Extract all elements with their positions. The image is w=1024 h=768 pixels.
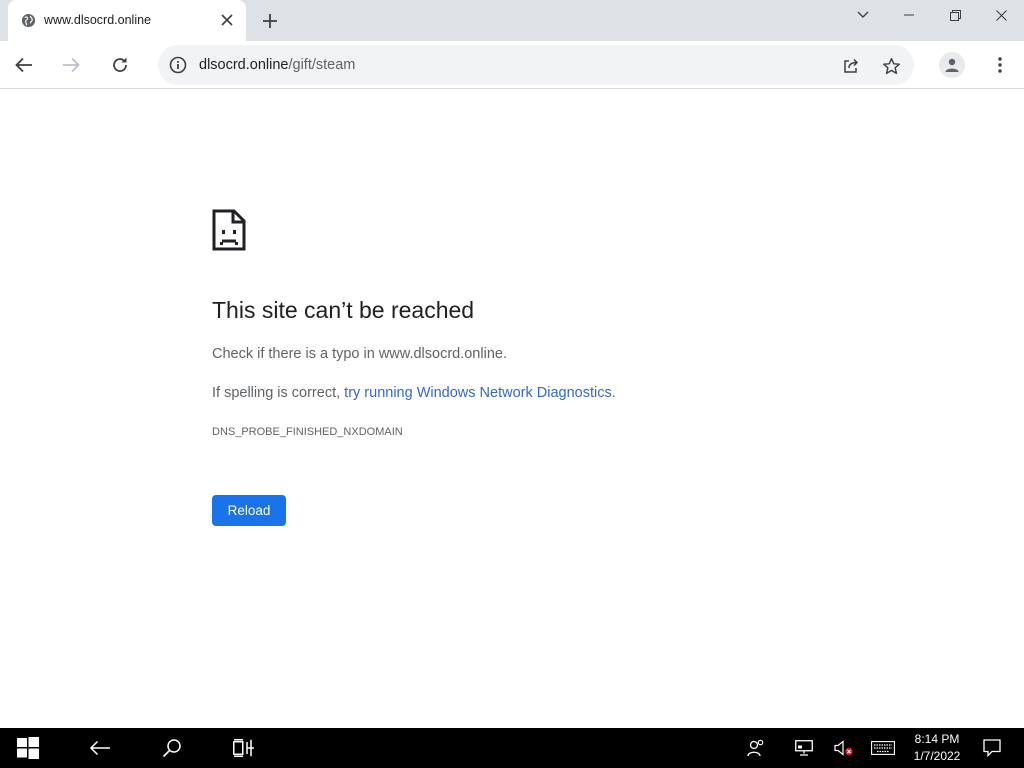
info-icon[interactable] [168, 55, 188, 75]
error-title: This site can’t be reached [212, 297, 475, 323]
system-clock[interactable]: 8:14 PM 1/7/2022 [902, 731, 972, 765]
person-icon [945, 58, 959, 72]
plus-icon [263, 14, 277, 28]
error-code: DNS_PROBE_FINISHED_NXDOMAIN [212, 426, 403, 438]
back-arrow-icon [15, 57, 32, 73]
star-icon[interactable] [880, 55, 902, 77]
close-icon [995, 9, 1007, 21]
tab-search-button[interactable] [840, 0, 886, 30]
clock-date: 1/7/2022 [913, 749, 961, 763]
notifications-icon[interactable] [980, 728, 1004, 768]
restore-icon [949, 9, 961, 21]
address-bar[interactable]: dlsocrd.online/gift/steam [158, 45, 914, 85]
url-host: dlsocrd.online [199, 57, 289, 73]
forward-button[interactable] [56, 50, 86, 80]
minimize-icon [904, 14, 914, 16]
back-button[interactable] [9, 50, 39, 80]
more-vert-icon [998, 57, 1002, 73]
chevron-down-icon [857, 11, 869, 18]
keyboard-icon[interactable] [870, 728, 896, 768]
url-text[interactable]: dlsocrd.online/gift/steam [199, 57, 355, 73]
people-icon[interactable] [744, 728, 768, 768]
taskbar: 8:14 PM 1/7/2022 [0, 728, 1024, 768]
diagnostics-suffix: . [611, 385, 616, 401]
sad-page-icon [212, 209, 246, 251]
start-button[interactable] [0, 728, 56, 768]
restore-button[interactable] [932, 0, 978, 30]
volume-muted-icon[interactable] [832, 728, 856, 768]
share-icon[interactable] [840, 55, 862, 77]
profile-avatar[interactable] [939, 52, 965, 78]
new-tab-button[interactable] [258, 9, 282, 33]
tab-title: www.dlsocrd.online [44, 13, 151, 27]
taskbar-back-button[interactable] [78, 728, 122, 768]
task-view-icon [233, 739, 254, 757]
error-page: This site can’t be reached Check if ther… [0, 90, 1024, 728]
reload-icon [113, 57, 127, 72]
search-icon [162, 739, 181, 758]
error-typo-hint: Check if there is a typo in www.dlsocrd.… [212, 346, 507, 362]
url-path: /gift/steam [288, 57, 356, 73]
reload-page-button[interactable]: Reload [212, 495, 286, 526]
tab-strip: www.dlsocrd.online [0, 0, 1024, 41]
task-view-button[interactable] [222, 728, 266, 768]
network-diagnostics-link[interactable]: try running Windows Network Diagnostics [344, 385, 612, 401]
close-icon[interactable] [218, 11, 236, 29]
clock-time: 8:14 PM [914, 732, 960, 746]
network-icon[interactable] [792, 728, 816, 768]
diagnostics-prefix: If spelling is correct, [212, 385, 345, 401]
minimize-button[interactable] [886, 0, 932, 30]
tab-active[interactable]: www.dlsocrd.online [8, 0, 246, 41]
globe-icon [21, 13, 36, 28]
more-menu-button[interactable] [988, 52, 1012, 78]
error-diagnostics-hint: If spelling is correct, try running Wind… [212, 385, 616, 401]
windows-logo-icon [17, 737, 39, 759]
taskbar-search-button[interactable] [150, 728, 194, 768]
window-close-button[interactable] [978, 0, 1024, 30]
reload-button[interactable] [105, 50, 135, 80]
back-arrow-icon [89, 740, 110, 756]
toolbar: dlsocrd.online/gift/steam [0, 41, 1024, 89]
forward-arrow-icon [63, 57, 80, 73]
